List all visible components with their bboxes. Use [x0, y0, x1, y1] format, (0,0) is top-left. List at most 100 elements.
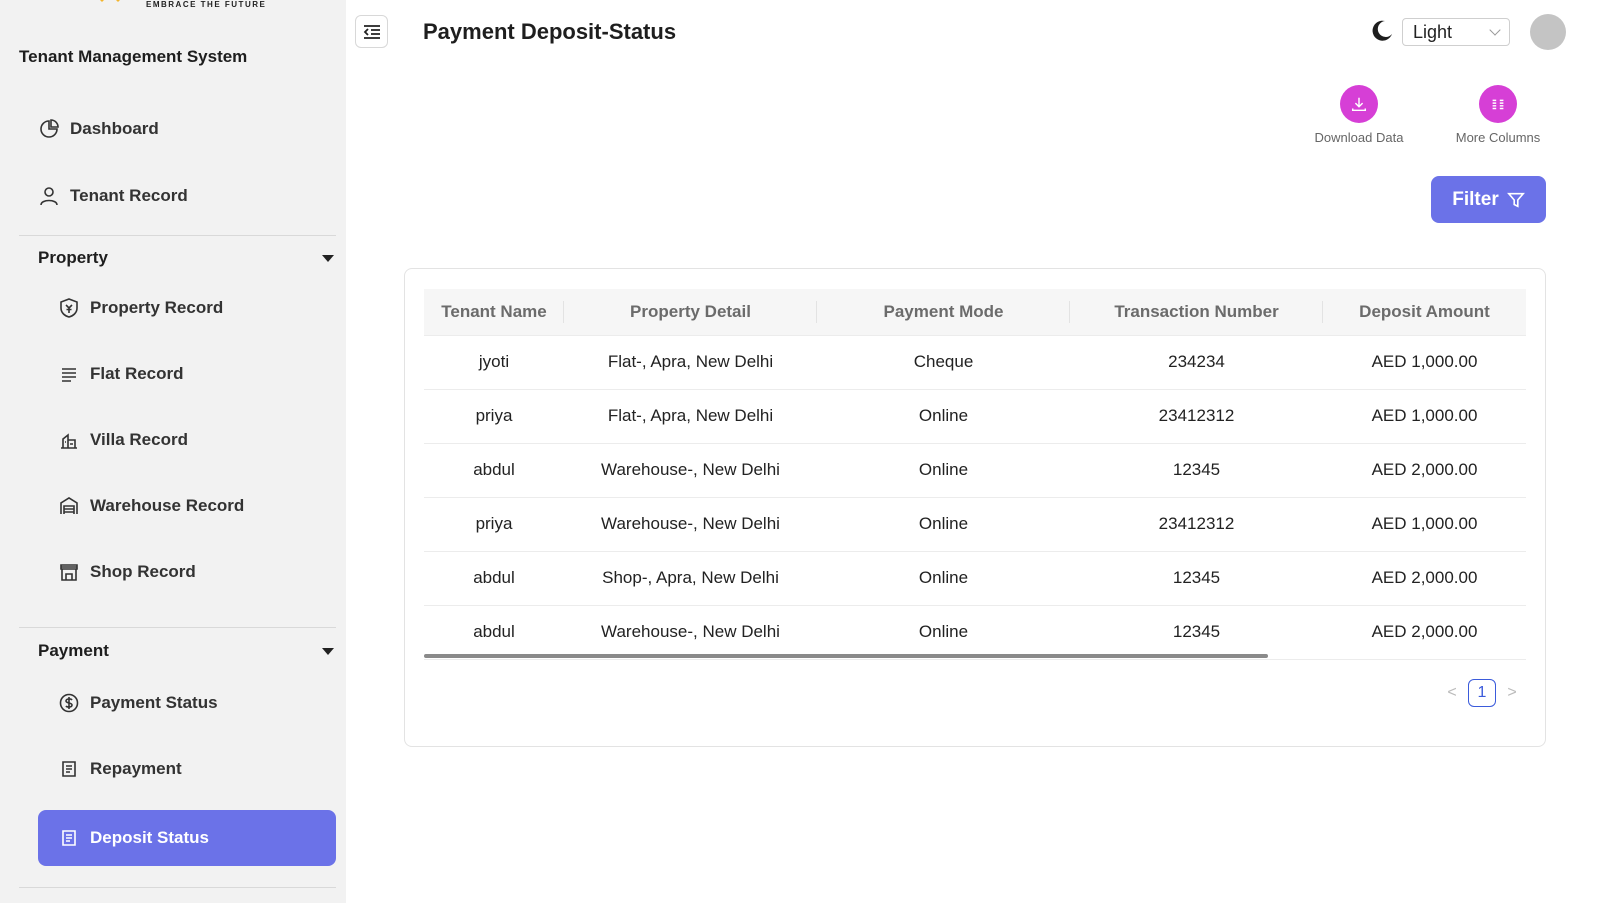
dollar-icon: [58, 692, 80, 714]
table-row[interactable]: abdul Shop-, Apra, New Delhi Online 1234…: [424, 551, 1526, 606]
cell-payment-mode: Online: [817, 605, 1070, 660]
user-icon: [38, 185, 60, 207]
caret-down-icon: [322, 647, 334, 655]
cell-tenant-name: jyoti: [424, 335, 564, 390]
cell-tenant-name: priya: [424, 497, 564, 552]
theme-select-value: Light: [1413, 21, 1453, 42]
sidebar-item-label: Deposit Status: [90, 828, 210, 847]
cell-tenant-name: abdul: [424, 443, 564, 498]
sidebar-section-property[interactable]: Property: [38, 248, 336, 268]
cell-deposit-amount: AED 2,000.00: [1323, 443, 1526, 498]
page-title: Payment Deposit-Status: [423, 19, 677, 44]
sidebar-item-deposit-status[interactable]: Deposit Status: [38, 810, 336, 866]
shop-icon: [58, 561, 80, 583]
download-data-button[interactable]: Download Data: [1299, 85, 1419, 145]
cell-deposit-amount: AED 1,000.00: [1323, 335, 1526, 390]
section-label: Payment: [38, 641, 109, 660]
pie-chart-icon: [38, 118, 60, 140]
sidebar-item-label: Warehouse Record: [90, 496, 245, 515]
sidebar-item-repayment[interactable]: Repayment: [58, 741, 336, 797]
horizontal-scrollbar[interactable]: [424, 654, 1268, 658]
page-number-button[interactable]: 1: [1468, 679, 1496, 707]
sidebar-item-label: Villa Record: [90, 430, 188, 449]
warehouse-icon: [58, 495, 80, 517]
sidebar-item-shop-record[interactable]: Shop Record: [58, 544, 336, 600]
more-columns-button[interactable]: More Columns: [1438, 85, 1558, 145]
cell-payment-mode: Online: [817, 551, 1070, 606]
cell-deposit-amount: AED 1,000.00: [1323, 497, 1526, 552]
cell-transaction-number: 12345: [1070, 443, 1323, 498]
divider: [19, 235, 336, 236]
cell-deposit-amount: AED 2,000.00: [1323, 605, 1526, 660]
sidebar-item-villa-record[interactable]: Villa Record: [58, 412, 336, 468]
column-header[interactable]: Payment Mode: [817, 289, 1070, 336]
download-icon: [1340, 85, 1378, 123]
table-row[interactable]: abdul Warehouse-, New Delhi Online 12345…: [424, 443, 1526, 498]
cell-payment-mode: Online: [817, 443, 1070, 498]
cell-tenant-name: abdul: [424, 605, 564, 660]
action-label: Download Data: [1314, 130, 1404, 145]
cell-payment-mode: Online: [817, 389, 1070, 444]
cell-transaction-number: 234234: [1070, 335, 1323, 390]
deposit-table-card: Tenant Name Property Detail Payment Mode…: [404, 268, 1546, 747]
prev-page-button[interactable]: <: [1444, 684, 1460, 702]
column-header[interactable]: Deposit Amount: [1323, 289, 1526, 336]
column-header[interactable]: Property Detail: [564, 289, 817, 336]
theme-select[interactable]: Light: [1402, 18, 1510, 46]
cell-payment-mode: Cheque: [817, 335, 1070, 390]
table-scroll-area[interactable]: Tenant Name Property Detail Payment Mode…: [424, 289, 1526, 660]
sidebar-item-tenant-record[interactable]: Tenant Record: [38, 168, 336, 224]
columns-icon: [1479, 85, 1517, 123]
sidebar-toggle-button[interactable]: [355, 15, 388, 48]
avatar[interactable]: [1530, 14, 1566, 50]
column-header[interactable]: Transaction Number: [1070, 289, 1323, 336]
next-page-button[interactable]: >: [1504, 684, 1520, 702]
cell-payment-mode: Online: [817, 497, 1070, 552]
villa-icon: [58, 429, 80, 451]
action-label: More Columns: [1455, 130, 1541, 145]
filter-icon: [1506, 192, 1525, 208]
sidebar-item-label: Tenant Record: [70, 186, 188, 205]
lines-icon: [58, 363, 80, 385]
filter-button[interactable]: Filter: [1431, 176, 1546, 223]
deposit-table: Tenant Name Property Detail Payment Mode…: [424, 289, 1526, 660]
cell-property-detail: Warehouse-, New Delhi: [564, 605, 817, 660]
table-header-row: Tenant Name Property Detail Payment Mode…: [424, 289, 1526, 336]
cell-property-detail: Flat-, Apra, New Delhi: [564, 335, 817, 390]
sidebar-item-warehouse-record[interactable]: Warehouse Record: [58, 478, 336, 534]
sidebar-item-flat-record[interactable]: Flat Record: [58, 346, 336, 402]
sidebar-item-label: Shop Record: [90, 562, 196, 581]
cell-deposit-amount: AED 2,000.00: [1323, 551, 1526, 606]
cell-tenant-name: abdul: [424, 551, 564, 606]
shield-icon: [58, 297, 80, 319]
divider: [19, 627, 336, 628]
table-row[interactable]: jyoti Flat-, Apra, New Delhi Cheque 2342…: [424, 335, 1526, 390]
table-row[interactable]: priya Flat-, Apra, New Delhi Online 2341…: [424, 389, 1526, 444]
sidebar-item-label: Flat Record: [90, 364, 184, 383]
sidebar-item-label: Repayment: [90, 759, 182, 778]
sidebar-item-label: Dashboard: [70, 119, 159, 138]
table-row[interactable]: abdul Warehouse-, New Delhi Online 12345…: [424, 605, 1526, 660]
sidebar-item-dashboard[interactable]: Dashboard: [38, 101, 336, 157]
column-header[interactable]: Tenant Name: [424, 289, 564, 336]
moon-icon[interactable]: [1370, 19, 1394, 43]
cell-transaction-number: 23412312: [1070, 389, 1323, 444]
caret-down-icon: [322, 254, 334, 262]
sidebar-item-label: Property Record: [90, 298, 224, 317]
cell-property-detail: Flat-, Apra, New Delhi: [564, 389, 817, 444]
cell-deposit-amount: AED 1,000.00: [1323, 389, 1526, 444]
cell-tenant-name: priya: [424, 389, 564, 444]
brand-logo-icon: [100, 0, 120, 2]
menu-collapse-icon: [363, 24, 380, 39]
cell-transaction-number: 12345: [1070, 551, 1323, 606]
cell-property-detail: Shop-, Apra, New Delhi: [564, 551, 817, 606]
cell-property-detail: Warehouse-, New Delhi: [564, 443, 817, 498]
sidebar-item-payment-status[interactable]: Payment Status: [58, 675, 336, 731]
receipt-icon: [58, 827, 80, 849]
sidebar-item-property-record[interactable]: Property Record: [58, 280, 336, 336]
table-row[interactable]: priya Warehouse-, New Delhi Online 23412…: [424, 497, 1526, 552]
cell-transaction-number: 23412312: [1070, 497, 1323, 552]
cell-property-detail: Warehouse-, New Delhi: [564, 497, 817, 552]
chevron-down-icon: [1489, 24, 1501, 36]
sidebar-section-payment[interactable]: Payment: [38, 641, 336, 661]
